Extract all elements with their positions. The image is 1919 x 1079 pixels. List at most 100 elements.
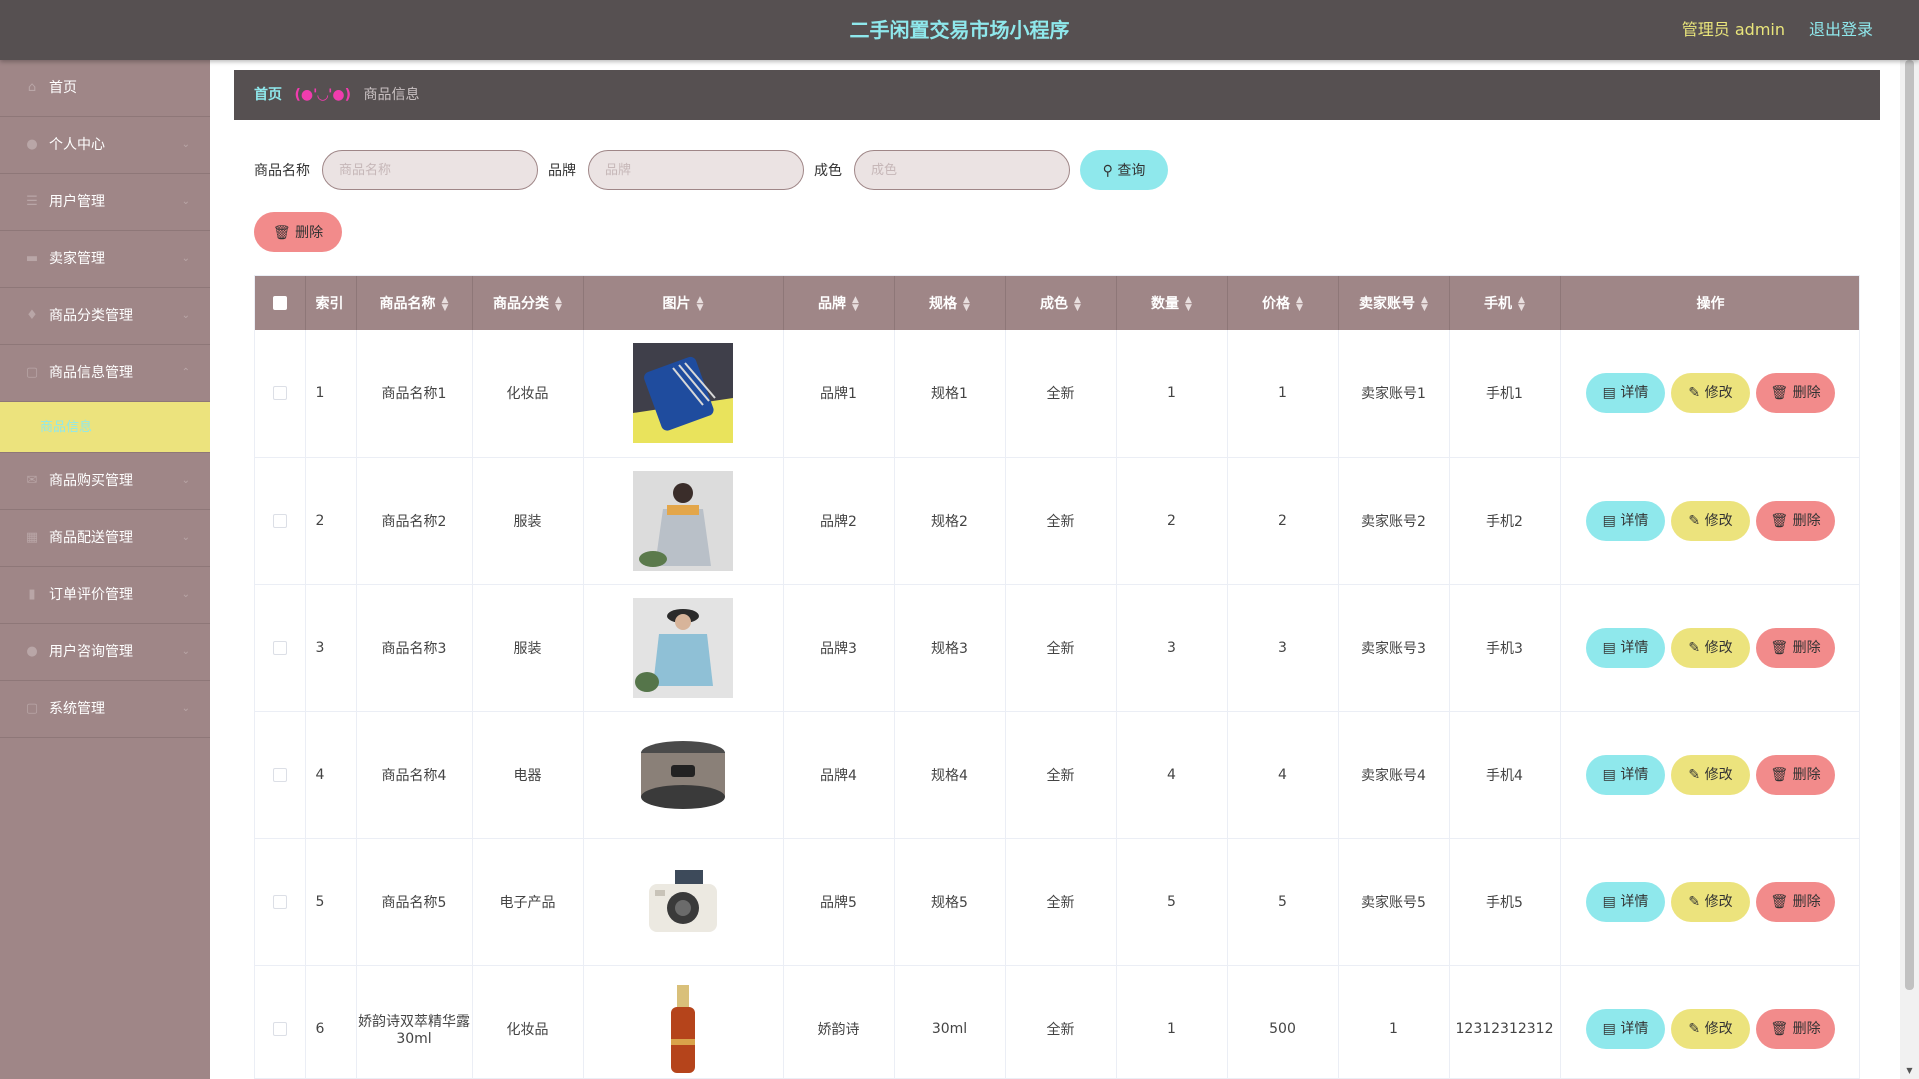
home-icon: ⌂ <box>27 80 37 95</box>
logout-link[interactable]: 退出登录 <box>1809 0 1873 60</box>
edit-button[interactable]: ✎ 修改 <box>1671 627 1750 668</box>
sort-icon[interactable]: ▲ ▼ <box>1074 296 1081 313</box>
cell-spec: 规格2 <box>894 457 1006 584</box>
delete-label: 删除 <box>1792 893 1821 910</box>
col-spec[interactable]: 规格 ▲ ▼ <box>894 276 1006 330</box>
col-brand[interactable]: 品牌 ▲ ▼ <box>783 276 895 330</box>
user-icon: ● <box>26 137 38 152</box>
detail-label: 详情 <box>1620 512 1649 529</box>
cell-name: 商品名称1 <box>356 330 473 457</box>
sidebar-item-consult[interactable]: ● 用户咨询管理 ⌄ <box>0 624 210 681</box>
row-checkbox[interactable] <box>272 386 287 401</box>
sidebar-item-purchases[interactable]: ✉ 商品购买管理 ⌄ <box>0 453 210 510</box>
trash-icon: 🗑 <box>1770 639 1793 656</box>
detail-button[interactable]: ▤ 详情 <box>1586 1008 1665 1049</box>
sort-icon[interactable]: ▲ ▼ <box>555 296 562 313</box>
batch-delete-button[interactable]: 🗑 删除 <box>254 212 342 252</box>
delete-button[interactable]: 🗑 删除 <box>1756 627 1835 668</box>
doc-icon: ▤ <box>1602 385 1621 402</box>
detail-button[interactable]: ▤ 详情 <box>1586 627 1665 668</box>
col-qty[interactable]: 数量 ▲ ▼ <box>1116 276 1228 330</box>
select-all-checkbox[interactable] <box>272 296 287 310</box>
edit-button[interactable]: ✎ 修改 <box>1671 500 1750 541</box>
cell-seller: 卖家账号2 <box>1338 457 1450 584</box>
scroll-down-arrow[interactable]: ▼ <box>1900 1062 1919 1079</box>
cell-qty: 5 <box>1116 838 1228 965</box>
edit-button[interactable]: ✎ 修改 <box>1671 373 1750 414</box>
row-checkbox[interactable] <box>272 513 287 528</box>
sort-icon[interactable]: ▲ ▼ <box>852 296 859 313</box>
sort-icon[interactable]: ▲ ▼ <box>442 296 449 313</box>
chevron-down-icon: ⌄ <box>181 646 190 657</box>
edit-label: 修改 <box>1704 766 1733 783</box>
condition-search-input[interactable] <box>854 150 1070 190</box>
cell-phone: 手机4 <box>1449 711 1561 838</box>
name-search-input[interactable] <box>322 150 538 190</box>
detail-button[interactable]: ▤ 详情 <box>1586 373 1665 414</box>
sort-icon[interactable]: ▲ ▼ <box>1296 296 1303 313</box>
cell-condition: 全新 <box>1005 711 1117 838</box>
col-price[interactable]: 价格 ▲ ▼ <box>1227 276 1339 330</box>
row-checkbox[interactable] <box>272 894 287 909</box>
brand-search-input[interactable] <box>588 150 804 190</box>
row-checkbox[interactable] <box>272 767 287 782</box>
sort-icon[interactable]: ▲ ▼ <box>1421 296 1428 313</box>
lightbulb-icon: ♦ <box>26 308 38 323</box>
edit-button[interactable]: ✎ 修改 <box>1671 754 1750 795</box>
row-select-cell <box>255 838 306 965</box>
col-phone[interactable]: 手机 ▲ ▼ <box>1449 276 1561 330</box>
sidebar-item-label: 商品信息管理 <box>49 365 133 381</box>
detail-button[interactable]: ▤ 详情 <box>1586 881 1665 922</box>
sidebar-item-system[interactable]: ▢ 系统管理 ⌄ <box>0 681 210 738</box>
col-name[interactable]: 商品名称 ▲ ▼ <box>356 276 473 330</box>
delete-button[interactable]: 🗑 删除 <box>1756 754 1835 795</box>
cell-image <box>583 584 784 711</box>
trash-icon: 🗑 <box>1770 512 1793 529</box>
row-checkbox[interactable] <box>272 1021 287 1036</box>
sidebar-item-profile[interactable]: ● 个人中心 ⌄ <box>0 117 210 174</box>
cell-phone: 12312312312 <box>1449 965 1561 1078</box>
sidebar-item-categories[interactable]: ♦ 商品分类管理 ⌄ <box>0 288 210 345</box>
edit-button[interactable]: ✎ 修改 <box>1671 1008 1750 1049</box>
detail-label: 详情 <box>1620 639 1649 656</box>
col-seller[interactable]: 卖家账号 ▲ ▼ <box>1338 276 1450 330</box>
sort-icon[interactable]: ▲ ▼ <box>963 296 970 313</box>
sidebar-item-sellers[interactable]: ▬ 卖家管理 ⌄ <box>0 231 210 288</box>
sidebar-item-users[interactable]: ☰ 用户管理 ⌄ <box>0 174 210 231</box>
delete-button[interactable]: 🗑 删除 <box>1756 500 1835 541</box>
col-image[interactable]: 图片 ▲ ▼ <box>583 276 784 330</box>
sort-icon[interactable]: ▲ ▼ <box>1185 296 1192 313</box>
col-category[interactable]: 商品分类 ▲ ▼ <box>472 276 584 330</box>
sidebar-item-delivery[interactable]: ▦ 商品配送管理 ⌄ <box>0 510 210 567</box>
detail-button[interactable]: ▤ 详情 <box>1586 500 1665 541</box>
row-checkbox[interactable] <box>272 640 287 655</box>
cell-brand: 品牌1 <box>783 330 895 457</box>
delete-button[interactable]: 🗑 删除 <box>1756 1008 1835 1049</box>
delete-button[interactable]: 🗑 删除 <box>1756 373 1835 414</box>
sort-icon[interactable]: ▲ ▼ <box>697 296 704 313</box>
cell-image <box>583 838 784 965</box>
cell-name: 商品名称2 <box>356 457 473 584</box>
sidebar-item-home[interactable]: ⌂ 首页 <box>0 60 210 117</box>
breadcrumb-home[interactable]: 首页 <box>254 87 282 103</box>
sidebar-subitem-product-info[interactable]: 商品信息 <box>0 402 210 453</box>
detail-label: 详情 <box>1620 893 1649 910</box>
col-index: 索引 <box>305 276 357 330</box>
cell-condition: 全新 <box>1005 457 1117 584</box>
col-condition[interactable]: 成色 ▲ ▼ <box>1005 276 1117 330</box>
cell-index: 1 <box>305 330 357 457</box>
sidebar-item-reviews[interactable]: ▮ 订单评价管理 ⌄ <box>0 567 210 624</box>
edit-button[interactable]: ✎ 修改 <box>1671 881 1750 922</box>
cell-index: 4 <box>305 711 357 838</box>
brand-label: 品牌 <box>548 163 576 179</box>
cell-seller: 1 <box>1338 965 1450 1078</box>
detail-button[interactable]: ▤ 详情 <box>1586 754 1665 795</box>
page-scrollbar[interactable]: ▼ <box>1900 60 1919 1079</box>
delete-button[interactable]: 🗑 删除 <box>1756 881 1835 922</box>
cell-price: 4 <box>1227 711 1339 838</box>
sidebar-item-products[interactable]: ▢ 商品信息管理 ⌃ <box>0 345 210 402</box>
sort-icon[interactable]: ▲ ▼ <box>1518 296 1525 313</box>
scrollbar-thumb[interactable] <box>1905 60 1914 990</box>
query-button[interactable]: ⚲ 查询 <box>1080 150 1168 190</box>
cell-name: 商品名称3 <box>356 584 473 711</box>
